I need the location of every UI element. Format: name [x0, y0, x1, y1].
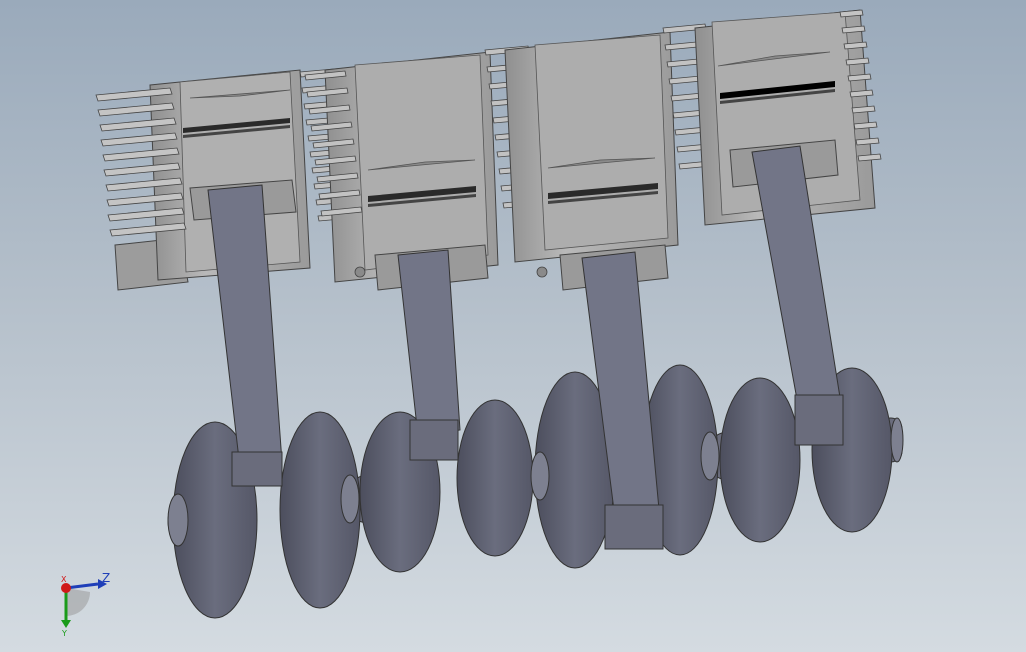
- crankshaft: [167, 364, 904, 619]
- cylinder-3: [504, 23, 723, 291]
- z-axis-label: Z: [102, 571, 111, 585]
- graphics-viewport[interactable]: Z Y X: [0, 0, 1026, 652]
- axis-triad: Z Y X: [50, 570, 120, 640]
- engine-model-view[interactable]: [0, 0, 1026, 652]
- x-axis-label: X: [61, 575, 67, 584]
- y-axis-label: Y: [62, 629, 67, 638]
